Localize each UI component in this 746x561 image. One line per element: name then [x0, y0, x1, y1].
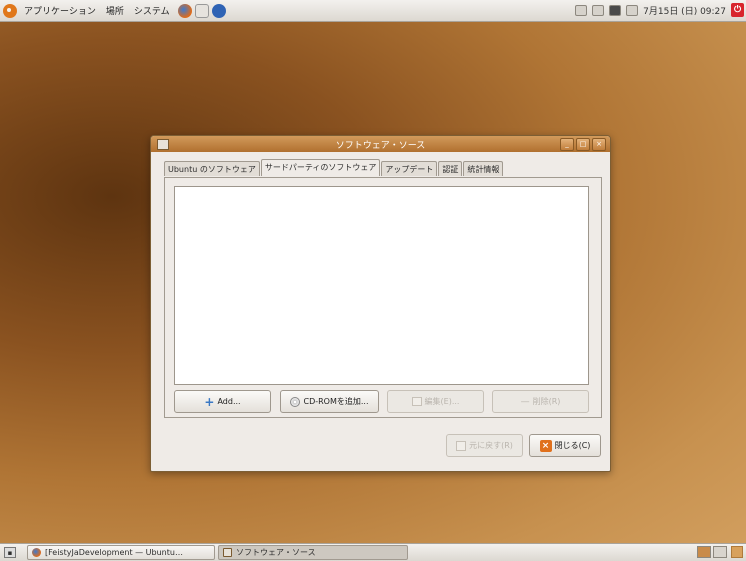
- revert-button-label: 元に戻す(R): [469, 441, 513, 450]
- battery-icon[interactable]: [609, 4, 622, 16]
- close-icon: ×: [539, 439, 552, 452]
- remove-button-label: 削除(R): [532, 397, 561, 406]
- revert-button[interactable]: 元に戻す(R): [446, 434, 523, 457]
- tab-bar: Ubuntu のソフトウェア サードパーティのソフトウェア アップデート 認証 …: [164, 159, 504, 176]
- tab-ubuntu-software[interactable]: Ubuntu のソフトウェア: [164, 161, 260, 176]
- cdrom-icon: [290, 396, 301, 407]
- taskbar-item-label: [FeistyJaDevelopment — Ubuntu…: [45, 548, 183, 557]
- add-button-label: Add...: [217, 397, 241, 406]
- mail-launcher-icon[interactable]: [194, 3, 209, 18]
- edit-icon: [411, 397, 422, 406]
- maximize-icon[interactable]: □: [576, 138, 590, 151]
- add-cdrom-button-label: CD-ROMを追加...: [303, 397, 369, 406]
- edit-button-label: 編集(E)...: [424, 397, 460, 406]
- trash-icon[interactable]: [731, 546, 743, 558]
- remove-button[interactable]: — 削除(R): [492, 390, 589, 413]
- top-panel: アプリケーション 場所 システム 7月15日 (日) 09:27 ⏻: [0, 0, 746, 22]
- tab-statistics[interactable]: 統計情報: [463, 161, 504, 176]
- logout-icon[interactable]: ⏻: [731, 3, 744, 17]
- bottom-panel: ▪ [FeistyJaDevelopment — Ubuntu… ソフトウェア・…: [0, 543, 746, 561]
- network-icon[interactable]: [575, 4, 588, 16]
- system-tray: 7月15日 (日) 09:27 ⏻: [575, 3, 744, 17]
- sources-list[interactable]: [174, 186, 589, 385]
- tab-updates[interactable]: アップデート: [381, 161, 438, 176]
- taskbar-item-browser[interactable]: [FeistyJaDevelopment — Ubuntu…: [27, 545, 215, 560]
- tab-authentication[interactable]: 認証: [438, 161, 463, 176]
- add-button[interactable]: + Add...: [174, 390, 271, 413]
- close-window-icon[interactable]: ×: [592, 138, 606, 151]
- close-button[interactable]: × 閉じる(C): [529, 434, 601, 457]
- edit-button[interactable]: 編集(E)...: [387, 390, 484, 413]
- volume-icon[interactable]: [626, 4, 639, 16]
- menu-applications[interactable]: アプリケーション: [19, 4, 101, 17]
- workspace-2[interactable]: [713, 546, 727, 558]
- tab-third-party-software[interactable]: サードパーティのソフトウェア: [260, 159, 381, 176]
- close-button-label: 閉じる(C): [554, 441, 591, 450]
- help-launcher-icon[interactable]: [211, 3, 226, 18]
- third-party-panel: + Add... CD-ROMを追加... 編集(E)... — 削除(R): [164, 177, 602, 418]
- firefox-icon: [32, 548, 41, 557]
- show-desktop-icon[interactable]: ▪: [4, 547, 16, 558]
- network-icon[interactable]: [592, 4, 605, 16]
- firefox-launcher-icon[interactable]: [177, 3, 192, 18]
- window-title: ソフトウェア・ソース: [335, 141, 426, 151]
- minimize-icon[interactable]: _: [560, 138, 574, 151]
- taskbar-item-label: ソフトウェア・ソース: [236, 548, 316, 557]
- window-titlebar[interactable]: ソフトウェア・ソース _ □ ×: [151, 136, 610, 152]
- software-sources-window: ソフトウェア・ソース _ □ × Ubuntu のソフトウェア サードパーティの…: [150, 135, 611, 472]
- menu-places[interactable]: 場所: [101, 4, 129, 17]
- revert-icon: [456, 440, 467, 451]
- workspace-1[interactable]: [697, 546, 711, 558]
- ubuntu-logo-icon[interactable]: [3, 3, 17, 18]
- clock[interactable]: 7月15日 (日) 09:27: [643, 4, 726, 17]
- taskbar-item-software-sources[interactable]: ソフトウェア・ソース: [218, 545, 408, 560]
- software-sources-icon: [223, 548, 232, 557]
- remove-icon: —: [520, 396, 530, 407]
- add-cdrom-button[interactable]: CD-ROMを追加...: [280, 390, 379, 413]
- plus-icon: +: [204, 394, 215, 409]
- menu-system[interactable]: システム: [129, 4, 175, 17]
